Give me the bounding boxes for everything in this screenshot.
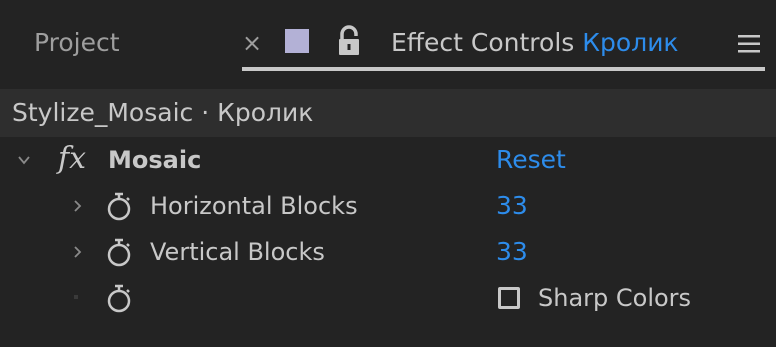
sharp-colors-checkbox[interactable] (498, 287, 520, 309)
stopwatch-icon[interactable] (104, 192, 134, 222)
horizontal-blocks-value[interactable]: 33 (496, 183, 528, 229)
row-indent-marker (74, 295, 78, 299)
tab-layer-name: Кролик (582, 28, 679, 57)
active-tab-underline (242, 67, 765, 71)
tab-project[interactable]: Project (34, 28, 120, 58)
chevron-right-icon[interactable] (68, 183, 88, 229)
effect-row-mosaic: fx Mosaic Reset (0, 137, 776, 183)
tab-effect-controls[interactable]: Effect Controls Кролик (391, 28, 679, 58)
property-row-vertical-blocks: Vertical Blocks 33 (0, 229, 776, 275)
lock-icon[interactable] (337, 24, 363, 58)
effect-controls-panel: Project × Effect Controls Кролик Stylize_… (0, 0, 776, 347)
property-label: Horizontal Blocks (150, 192, 358, 220)
effect-name: Mosaic (108, 146, 202, 174)
fx-toggle-icon[interactable]: fx (58, 137, 86, 181)
property-label: Vertical Blocks (150, 238, 325, 266)
breadcrumb: Stylize_Mosaic · Кролик (0, 89, 776, 137)
property-row-horizontal-blocks: Horizontal Blocks 33 (0, 183, 776, 229)
reset-button[interactable]: Reset (496, 137, 566, 183)
close-icon[interactable]: × (242, 28, 262, 58)
panel-menu-icon[interactable] (738, 34, 760, 54)
tab-effect-controls-label: Effect Controls (391, 28, 575, 57)
property-row-sharp-colors: Sharp Colors (0, 275, 776, 321)
panel-tab-bar: Project × Effect Controls Кролик (0, 0, 776, 82)
chevron-down-icon[interactable] (14, 137, 34, 183)
sharp-colors-label[interactable]: Sharp Colors (538, 275, 691, 321)
stopwatch-icon[interactable] (104, 284, 134, 314)
vertical-blocks-value[interactable]: 33 (496, 229, 528, 275)
layer-color-swatch[interactable] (285, 29, 309, 53)
chevron-right-icon[interactable] (68, 229, 88, 275)
stopwatch-icon[interactable] (104, 238, 134, 268)
